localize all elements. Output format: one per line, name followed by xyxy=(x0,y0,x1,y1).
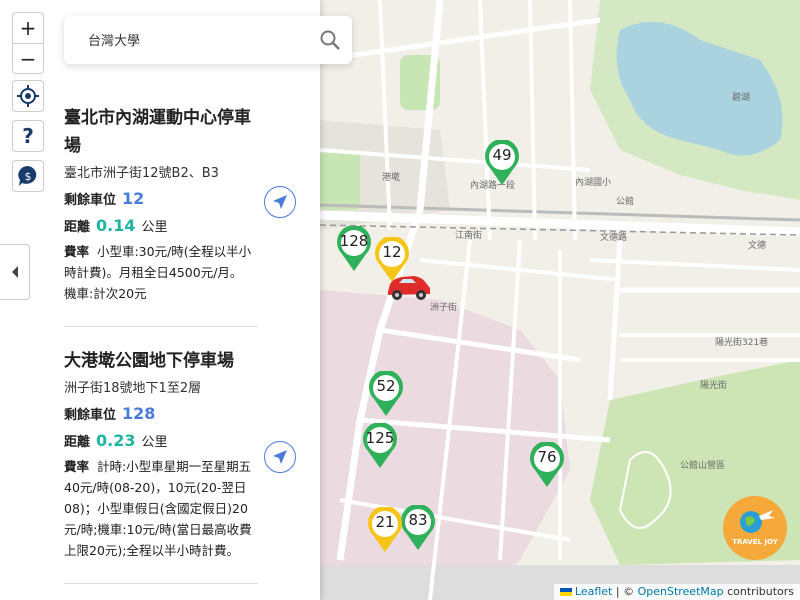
crosshair-icon xyxy=(17,85,39,107)
navigate-button[interactable] xyxy=(264,186,296,218)
collapse-panel-button[interactable] xyxy=(0,244,30,300)
search-bar[interactable]: 台灣大學 xyxy=(64,16,352,64)
spaces-row: 剩餘車位 128 xyxy=(64,404,156,423)
parking-card[interactable]: 大港墘公園地下停車場 洲子街18號地下1至2層 剩餘車位 128 距離 0.23 公里… xyxy=(64,347,296,584)
svg-text:$: $ xyxy=(25,170,32,183)
zoom-control: + − xyxy=(12,12,44,74)
search-input[interactable]: 台灣大學 xyxy=(88,30,140,49)
distance-value: 0.14 xyxy=(96,216,136,235)
place-label: 文德 xyxy=(748,241,767,251)
parking-card[interactable]: 臺北市內湖運動中心停車場 臺北市洲子街12號B2、B3 剩餘車位 12 距離 0.1… xyxy=(64,104,296,327)
spaces-row: 剩餘車位 12 xyxy=(64,189,145,208)
place-label: 港墘 xyxy=(382,173,401,183)
place-label: 公館 xyxy=(616,197,635,207)
marker-count: 83 xyxy=(408,511,428,529)
parking-list: 臺北市內湖運動中心停車場 臺北市洲子街12號B2、B3 剩餘車位 12 距離 0.1… xyxy=(64,104,296,600)
parking-address: 洲子街18號地下1至2層 xyxy=(64,381,202,396)
road-label: 陽光街 xyxy=(700,381,728,391)
parking-marker[interactable]: 49 xyxy=(484,140,520,186)
map-attribution: Leaflet | © OpenStreetMap contributors xyxy=(553,584,800,600)
parking-address: 臺北市洲子街12號B2、B3 xyxy=(64,166,219,181)
leaflet-link[interactable]: Leaflet xyxy=(575,585,612,598)
locate-button[interactable] xyxy=(12,80,44,112)
distance-value: 0.23 xyxy=(96,431,136,450)
distance-row: 距離 0.23 公里 xyxy=(64,431,168,450)
marker-count: 21 xyxy=(375,513,395,531)
marker-count: 125 xyxy=(365,429,395,447)
map[interactable]: 內湖路一段 文德路 碧湖 文德 公館山營區 內湖國小 陽光街 陽光街321巷 港… xyxy=(320,0,800,600)
sidebar: 台灣大學 + − ? $ 臺北市內湖運動中心停車場 臺北市洲子街12號B2、B3… xyxy=(0,0,352,600)
zoom-in-button[interactable]: + xyxy=(13,13,43,43)
navigation-arrow-icon xyxy=(273,195,287,209)
price-chat-icon: $ xyxy=(18,166,37,186)
rate-info-button[interactable]: $ xyxy=(12,160,44,192)
marker-count: 52 xyxy=(376,377,396,395)
marker-count: 128 xyxy=(339,232,369,250)
question-icon: ? xyxy=(22,124,34,148)
road-label: 文德路 xyxy=(600,233,628,243)
parking-marker[interactable]: 83 xyxy=(400,505,436,551)
ukraine-flag-icon xyxy=(559,588,572,596)
parking-marker[interactable]: 52 xyxy=(368,371,404,417)
help-button[interactable]: ? xyxy=(12,120,44,152)
search-icon[interactable] xyxy=(320,30,340,50)
rate-text: 費率 計時:小型車星期一至星期五40元/時(08-20)，10元(20-翌日08… xyxy=(64,459,252,558)
osm-link[interactable]: OpenStreetMap xyxy=(638,585,724,598)
chevron-left-icon xyxy=(11,266,18,278)
distance-row: 距離 0.14 公里 xyxy=(64,216,168,235)
rate-text: 費率 小型車:30元/時(全程以半小時計費)。月租全日4500元/月。 機車:計… xyxy=(64,244,252,301)
parking-marker[interactable]: 125 xyxy=(362,423,398,469)
place-label: 公館山營區 xyxy=(680,461,726,471)
spaces-count: 12 xyxy=(122,189,145,208)
zoom-out-button[interactable]: − xyxy=(13,43,43,73)
road-label: 江南街 xyxy=(455,231,483,241)
parking-marker[interactable]: 76 xyxy=(529,442,565,488)
parking-name: 臺北市內湖運動中心停車場 xyxy=(64,108,251,156)
navigate-button[interactable] xyxy=(264,441,296,473)
marker-count: 12 xyxy=(382,243,402,261)
place-label: 內湖國小 xyxy=(575,178,612,188)
car-location-icon xyxy=(388,276,430,300)
parking-marker[interactable]: 128 xyxy=(336,226,372,272)
place-label: 碧湖 xyxy=(732,93,751,103)
parking-marker[interactable]: 21 xyxy=(367,507,403,553)
road-label: 陽光街321巷 xyxy=(715,338,769,348)
spaces-count: 128 xyxy=(122,404,156,423)
marker-count: 49 xyxy=(492,146,512,164)
navigation-arrow-icon xyxy=(273,450,287,464)
logo-text: TRAVEL JOY xyxy=(732,538,778,546)
marker-count: 76 xyxy=(537,448,557,466)
parking-name: 大港墘公園地下停車場 xyxy=(64,351,234,371)
road-label: 洲子街 xyxy=(430,303,458,313)
travel-joy-logo: TRAVEL JOY xyxy=(723,496,787,560)
